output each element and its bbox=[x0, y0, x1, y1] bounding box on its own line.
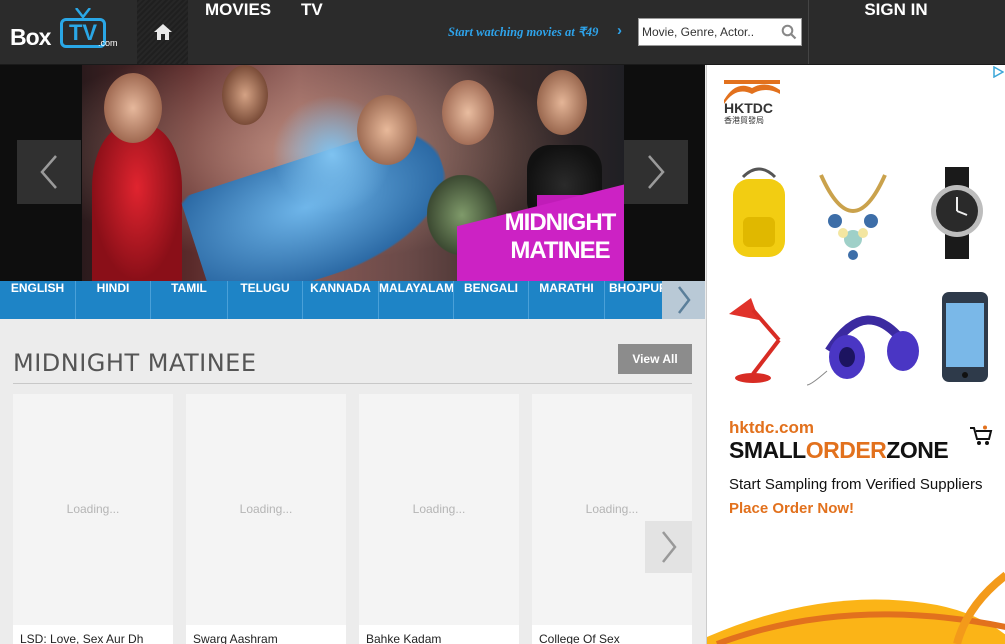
necklace-image bbox=[819, 174, 887, 260]
card-loading-text: Loading... bbox=[66, 502, 120, 516]
card-loading-text: Loading... bbox=[585, 502, 639, 516]
lang-bengali[interactable]: BENGALI bbox=[454, 281, 529, 319]
hero-carousel: MIDNIGHT MATINEE bbox=[0, 65, 705, 281]
nav-tv[interactable]: TV bbox=[301, 0, 323, 64]
movie-card[interactable]: Loading... Swarg Aashram bbox=[186, 394, 346, 644]
movie-card[interactable]: Loading... LSD: Love, Sex Aur Dh bbox=[13, 394, 173, 644]
chevron-right-icon bbox=[661, 531, 677, 563]
search-box bbox=[638, 18, 802, 46]
lang-marathi[interactable]: MARATHI bbox=[529, 281, 605, 319]
home-button[interactable] bbox=[137, 0, 188, 64]
chevron-right-icon bbox=[677, 286, 691, 314]
lang-english[interactable]: ENGLISH bbox=[0, 281, 76, 319]
lang-malayalam[interactable]: MALAYALAM bbox=[379, 281, 454, 319]
language-next-button[interactable] bbox=[662, 281, 705, 319]
card-title[interactable]: College Of Sex bbox=[532, 625, 692, 644]
hktdc-logo-text: HKTDC bbox=[724, 100, 773, 116]
sign-in-button[interactable]: SIGN IN bbox=[809, 0, 983, 64]
hktdc-logo: HKTDC 香港貿發局 bbox=[722, 78, 782, 126]
wristwatch-image bbox=[931, 167, 983, 259]
lang-kannada[interactable]: KANNADA bbox=[303, 281, 379, 319]
hero-prev-button[interactable] bbox=[17, 140, 81, 204]
chevron-right-icon: › bbox=[617, 22, 622, 39]
top-bar: Box TV .com MOVIES TV Start watching mov… bbox=[0, 0, 1005, 65]
shopping-cart-icon bbox=[970, 425, 993, 445]
header-right-strip bbox=[983, 0, 1005, 64]
desk-lamp-image bbox=[729, 298, 781, 383]
home-icon bbox=[153, 24, 172, 40]
ad-brand-text: hktdc.com bbox=[729, 418, 815, 437]
advertisement[interactable]: HKTDC 香港貿發局 hktdc.com SMALLORDERZONE Sta… bbox=[706, 65, 1005, 644]
lang-tamil[interactable]: TAMIL bbox=[151, 281, 228, 319]
nav-movies[interactable]: MOVIES bbox=[205, 0, 271, 64]
ad-tagline: Start Sampling from Verified Suppliers bbox=[729, 476, 983, 493]
logo-box-text: Box bbox=[10, 24, 51, 50]
hktdc-logo-subtext: 香港貿發局 bbox=[724, 116, 764, 125]
ad-headline-part3: ZONE bbox=[886, 437, 949, 463]
hero-title-line2: MATINEE bbox=[510, 237, 610, 264]
view-all-button[interactable]: View All bbox=[618, 344, 692, 374]
promo-link[interactable]: Start watching movies at ₹49 bbox=[448, 24, 598, 40]
card-loading-text: Loading... bbox=[412, 502, 466, 516]
logo-com-text: .com bbox=[98, 38, 118, 48]
lang-hindi[interactable]: HINDI bbox=[76, 281, 151, 319]
ad-swoosh-graphic bbox=[707, 571, 1005, 644]
backpack-image bbox=[733, 167, 785, 257]
hero-title-card: MIDNIGHT MATINEE bbox=[457, 183, 624, 281]
section-title: MIDNIGHT MATINEE bbox=[13, 349, 257, 377]
card-loading-text: Loading... bbox=[239, 502, 293, 516]
search-icon[interactable] bbox=[781, 24, 797, 40]
language-bar: ENGLISH HINDI TAMIL TELUGU KANNADA MALAY… bbox=[0, 281, 705, 319]
headphones-image bbox=[807, 315, 919, 386]
card-title[interactable]: LSD: Love, Sex Aur Dh bbox=[13, 625, 173, 644]
search-input[interactable] bbox=[642, 22, 777, 42]
movie-card[interactable]: Loading... Bahke Kadam bbox=[359, 394, 519, 644]
card-title[interactable]: Bahke Kadam bbox=[359, 625, 519, 644]
adchoices-icon[interactable] bbox=[992, 66, 1004, 78]
ad-headline-part1: SMALL bbox=[729, 437, 806, 463]
movie-card[interactable]: Loading... College Of Sex bbox=[532, 394, 692, 644]
hero-title-line1: MIDNIGHT bbox=[504, 209, 617, 236]
place-order-link[interactable]: Place Order Now! bbox=[729, 500, 854, 517]
chevron-right-icon bbox=[648, 155, 665, 189]
hero-next-button[interactable] bbox=[624, 140, 688, 204]
hero-banner-image[interactable]: MIDNIGHT MATINEE bbox=[82, 65, 624, 281]
smartphone-image bbox=[942, 292, 988, 382]
section-divider bbox=[13, 383, 692, 384]
chevron-left-icon bbox=[40, 155, 57, 189]
lang-telugu[interactable]: TELUGU bbox=[228, 281, 303, 319]
ad-headline-part2: ORDER bbox=[805, 437, 887, 463]
antenna-icon bbox=[75, 8, 91, 18]
cards-next-button[interactable] bbox=[645, 521, 692, 573]
ad-headline: SMALLORDERZONE bbox=[729, 437, 949, 464]
card-title[interactable]: Swarg Aashram bbox=[186, 625, 346, 644]
